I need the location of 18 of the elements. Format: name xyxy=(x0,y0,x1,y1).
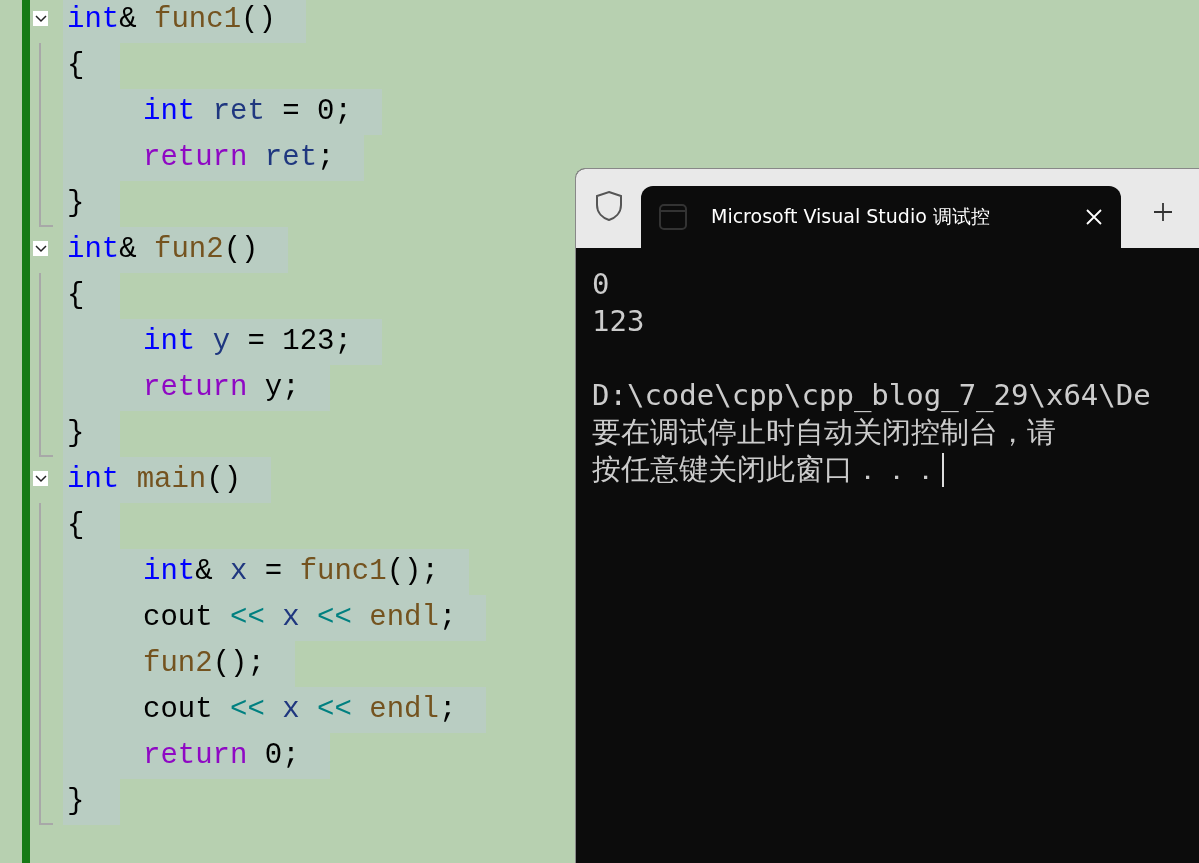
console-output: 0 xyxy=(592,266,611,303)
fold-toggle[interactable] xyxy=(33,471,48,486)
close-icon[interactable] xyxy=(1085,208,1103,226)
console-tab[interactable]: Microsoft Visual Studio 调试控 xyxy=(641,186,1121,248)
tab-title: Microsoft Visual Studio 调试控 xyxy=(711,204,991,229)
console-message: 要在调试停止时自动关闭控制台，请 xyxy=(592,414,1057,451)
terminal-icon xyxy=(659,204,687,230)
shield-icon[interactable] xyxy=(594,190,624,222)
text-cursor xyxy=(942,452,944,487)
console-message: 按任意键关闭此窗口．．． xyxy=(592,451,1192,488)
console-message: D:\code\cpp\cpp_blog_7_29\x64\De xyxy=(592,377,1152,414)
chevron-down-icon xyxy=(34,244,47,253)
chevron-down-icon xyxy=(34,474,47,483)
fold-toggle[interactable] xyxy=(33,11,48,26)
chevron-down-icon xyxy=(34,14,47,23)
fold-toggle[interactable] xyxy=(33,241,48,256)
console-output: 123 xyxy=(592,303,646,340)
plus-icon[interactable] xyxy=(1153,202,1173,222)
